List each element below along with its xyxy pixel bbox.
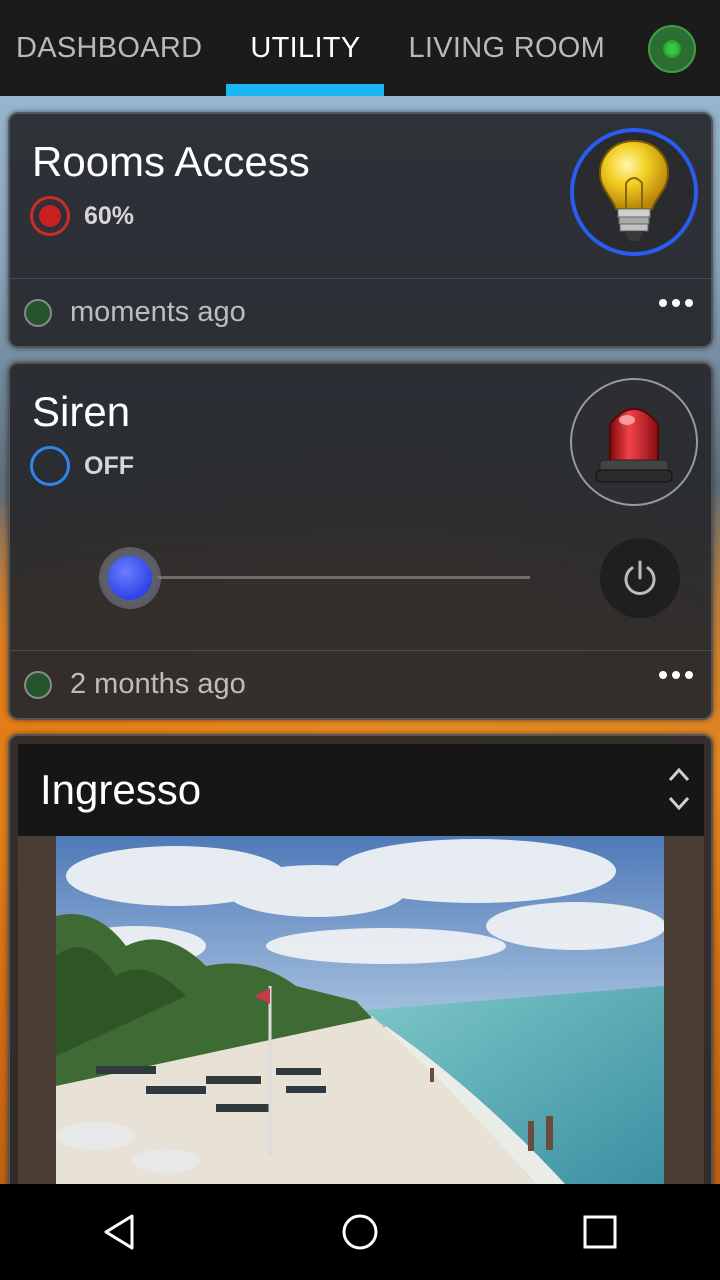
tab-dashboard[interactable]: DASHBOARD	[16, 0, 202, 96]
online-status-icon	[24, 298, 52, 327]
tab-living-room[interactable]: LIVING ROOM	[408, 0, 605, 96]
rooms-access-card: Rooms Access 60% moments ago	[8, 112, 713, 348]
card-footer: 2 months ago	[10, 650, 711, 718]
last-update-text: 2 months ago	[70, 668, 246, 700]
more-options-icon[interactable]	[659, 299, 693, 307]
status-ring-icon	[30, 196, 70, 236]
recents-icon[interactable]	[560, 1192, 640, 1272]
camera-feed[interactable]	[56, 836, 664, 1196]
camera-header: Ingresso	[18, 744, 704, 836]
system-nav-bar	[0, 1184, 720, 1280]
state-indicator: 60%	[30, 196, 134, 236]
lightbulb-icon	[598, 139, 670, 241]
state-indicator: OFF	[30, 446, 134, 486]
connection-status-icon[interactable]	[648, 25, 696, 73]
card-title: Siren	[32, 388, 131, 435]
more-options-icon[interactable]	[659, 671, 693, 679]
power-icon	[624, 560, 656, 595]
expand-collapse-icon[interactable]	[666, 760, 692, 825]
home-icon[interactable]	[320, 1192, 400, 1272]
card-footer: moments ago	[10, 278, 711, 346]
lightbulb-button[interactable]	[570, 128, 698, 256]
online-status-icon	[24, 670, 52, 699]
back-icon[interactable]	[80, 1192, 160, 1272]
slider-thumb[interactable]	[102, 550, 158, 606]
siren-card: Siren OFF 2 months ago	[8, 362, 713, 720]
siren-button[interactable]	[570, 378, 698, 506]
slider-track[interactable]	[134, 576, 530, 579]
status-ring-icon	[30, 446, 70, 486]
siren-icon	[595, 408, 673, 483]
state-value: 60%	[84, 201, 135, 230]
power-button[interactable]	[600, 538, 680, 618]
top-tab-bar: DASHBOARD UTILITY LIVING ROOM	[0, 0, 720, 96]
last-update-text: moments ago	[70, 296, 246, 328]
card-title: Rooms Access	[32, 138, 310, 185]
tab-utility[interactable]: UTILITY	[226, 0, 385, 96]
ingresso-camera-card: Ingresso	[8, 734, 713, 1204]
camera-title: Ingresso	[40, 766, 202, 813]
state-value: OFF	[84, 451, 134, 480]
status-dot-icon	[663, 40, 681, 58]
